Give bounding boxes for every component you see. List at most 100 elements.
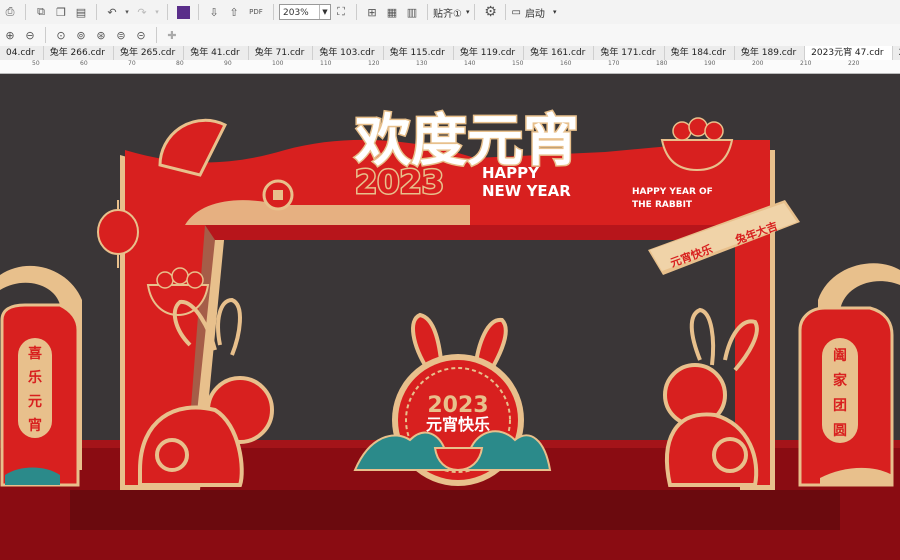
ruler-mark: 130 (416, 60, 428, 67)
document-tab[interactable]: 兔年 115.cdr (384, 46, 454, 60)
toolbar-separator (198, 4, 199, 20)
zoom-dropdown-icon[interactable]: ▼ (319, 5, 330, 19)
ruler-mark: 190 (704, 60, 716, 67)
copy-icon[interactable]: ❐ (52, 3, 70, 21)
snap-to-label: 贴齐① (433, 8, 462, 20)
new-year-text: NEW YEAR (482, 182, 571, 200)
ruler-mark: 70 (128, 60, 136, 67)
ruler-mark: 140 (464, 60, 476, 67)
cut-icon[interactable]: ⧉ (32, 3, 50, 21)
export-icon[interactable]: ⇧ (225, 3, 243, 21)
zoom-level-input[interactable]: 203% ▼ (279, 4, 331, 20)
toolbar-separator (427, 4, 428, 20)
ruler-mark: 220 (848, 60, 860, 67)
ruler-mark: 200 (752, 60, 764, 67)
toolbar-separator (156, 27, 157, 43)
ruler-mark: 180 (656, 60, 668, 67)
document-tab[interactable]: 兔年 71.cdr (249, 46, 314, 60)
full-screen-icon[interactable]: ⛶ (332, 3, 350, 21)
corel-connect-icon[interactable] (174, 3, 192, 21)
arch-inner-edge (205, 225, 735, 240)
document-tab[interactable]: 兔年 265.cdr (114, 46, 185, 60)
left-panel-char-4: 宵 (28, 417, 42, 434)
ruler-mark: 100 (272, 60, 284, 67)
ruler-mark: 120 (368, 60, 380, 67)
launch-label: 启动 (524, 8, 545, 20)
zoom-height-icon[interactable]: ⊝ (132, 26, 150, 44)
gear-icon[interactable]: ⚙ (481, 3, 499, 21)
toolbar-separator (505, 4, 507, 20)
document-tab[interactable]: 兔年 161.cdr (524, 46, 595, 60)
redo-dropdown-icon[interactable]: ▾ (153, 3, 161, 21)
launch-menu[interactable]: ▭ 启动 ▾ (511, 5, 556, 20)
lantern-decoration (97, 209, 139, 255)
zoom-selected-icon[interactable]: ⊙ (52, 26, 70, 44)
document-tab[interactable]: 2023元宵 04.cdr (893, 46, 900, 60)
undo-icon[interactable]: ↶ (103, 3, 121, 21)
zoom-level-value: 203% (283, 8, 309, 18)
artwork: 欢度元宵 2023 HAPPY NEW YEAR HAPPY YEAR OF T… (0, 108, 900, 560)
print-icon[interactable]: ⎙ (1, 3, 19, 21)
center-piece: 2023 元宵快乐 (353, 312, 552, 486)
document-tab[interactable]: 兔年 184.cdr (665, 46, 735, 60)
zoom-out-icon[interactable]: ⊖ (21, 26, 39, 44)
stage-step (70, 490, 840, 530)
toolbar-separator (45, 27, 46, 43)
undo-dropdown-icon[interactable]: ▾ (123, 3, 131, 21)
drawing-canvas[interactable]: 欢度元宵 2023 HAPPY NEW YEAR HAPPY YEAR OF T… (0, 73, 900, 560)
document-tab[interactable]: 兔年 119.cdr (454, 46, 525, 60)
ruler-mark: 210 (800, 60, 812, 67)
document-tab[interactable]: 兔年 266.cdr (44, 46, 114, 60)
ruler-mark: 90 (224, 60, 232, 67)
toolbar-separator (167, 4, 168, 20)
ruler-mark: 110 (320, 60, 332, 67)
zoom-in-icon[interactable]: ⊕ (1, 26, 19, 44)
main-toolbar: ⎙ ⧉ ❐ ▤ ↶ ▾ ↷ ▾ ⇩ ⇧ PDF 203% ▼ ⛶ ⊞ ▦ ▥ 贴齐… (0, 0, 900, 25)
zoom-width-icon[interactable]: ⊜ (112, 26, 130, 44)
right-panel-char-4: 圆 (833, 423, 847, 439)
left-panel-char-3: 元 (28, 394, 42, 410)
zoom-all-icon[interactable]: ⊚ (72, 26, 90, 44)
document-tabs: 04.cdr 兔年 266.cdr 兔年 265.cdr 兔年 41.cdr 兔年 71… (0, 46, 900, 61)
launch-icon: ▭ (511, 6, 521, 18)
ruler-mark: 80 (176, 60, 184, 67)
rabbit-year-line2: THE RABBIT (632, 200, 693, 210)
chevron-down-icon: ▾ (465, 8, 470, 16)
zoom-page-icon[interactable]: ⊛ (92, 26, 110, 44)
snap-to-menu[interactable]: 贴齐① ▾ (433, 5, 469, 20)
guidelines-icon[interactable]: ▥ (403, 3, 421, 21)
document-tab[interactable]: 兔年 41.cdr (184, 46, 249, 60)
happy-text: HAPPY (482, 164, 540, 182)
toolbar-separator (273, 4, 274, 20)
ruler-mark: 50 (32, 60, 40, 67)
redo-icon[interactable]: ↷ (133, 3, 151, 21)
paste-icon[interactable]: ▤ (72, 3, 90, 21)
rabbit-year-line1: HAPPY YEAR OF (632, 187, 713, 197)
grid-icon[interactable]: ▦ (383, 3, 401, 21)
year-text: 2023 (355, 163, 444, 201)
right-panel-char-3: 团 (833, 398, 847, 414)
toolbar-separator (25, 4, 26, 20)
document-tab[interactable]: 兔年 103.cdr (313, 46, 384, 60)
left-panel-char-2: 乐 (28, 369, 42, 386)
rulers-icon[interactable]: ⊞ (363, 3, 381, 21)
right-panel-char-2: 家 (833, 372, 848, 389)
document-tab[interactable]: 兔年 189.cdr (735, 46, 806, 60)
zoom-toolbar: ⊕ ⊖ ⊙ ⊚ ⊛ ⊜ ⊝ ✚ (0, 24, 900, 47)
ruler-mark: 160 (560, 60, 572, 67)
left-panel-char-1: 喜 (28, 345, 42, 362)
document-tab[interactable]: 04.cdr (0, 46, 44, 60)
pdf-export-icon[interactable]: PDF (245, 3, 267, 21)
document-tab[interactable]: 2023元宵 47.cdr (805, 46, 893, 60)
ruler-mark: 170 (608, 60, 620, 67)
chevron-down-icon: ▾ (552, 8, 557, 16)
import-icon[interactable]: ⇩ (205, 3, 223, 21)
ruler-mark: 150 (512, 60, 524, 67)
document-tab[interactable]: 兔年 171.cdr (594, 46, 665, 60)
horizontal-ruler[interactable]: 50 60 70 80 90 100 110 120 130 140 150 160 170 180 190… (0, 60, 900, 74)
add-icon[interactable]: ✚ (163, 26, 181, 44)
toolbar-separator (356, 4, 357, 20)
right-panel-char-1: 阖 (833, 347, 847, 364)
ruler-mark: 60 (80, 60, 88, 67)
toolbar-separator (474, 4, 476, 20)
